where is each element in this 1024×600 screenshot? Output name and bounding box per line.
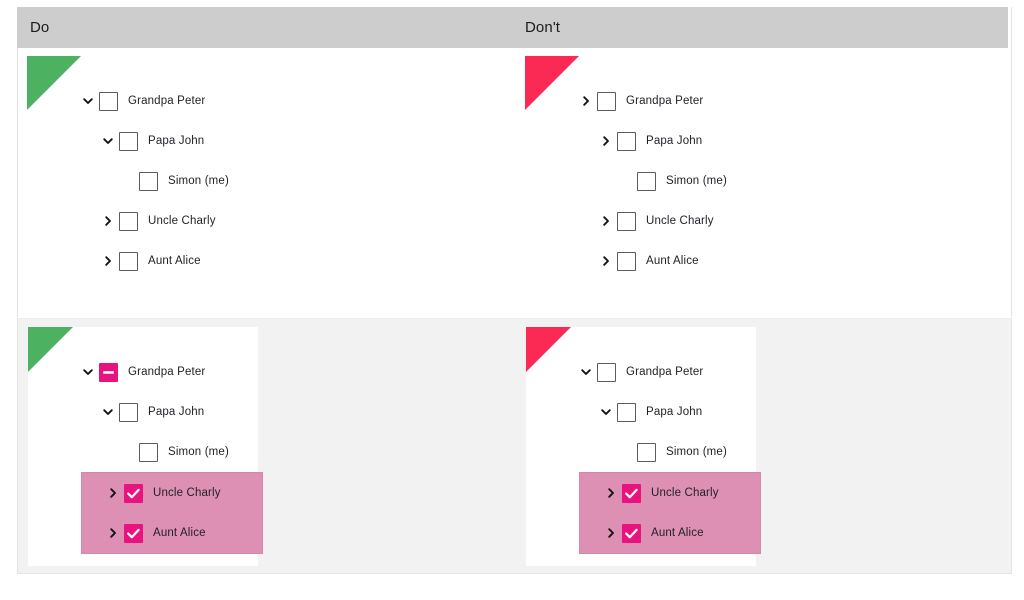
tree-row-label: Aunt Alice	[651, 527, 704, 539]
chevron-down-icon[interactable]	[78, 366, 98, 378]
chevron-right-icon[interactable]	[576, 95, 596, 107]
bottom-comparison-region: Grandpa Peter Papa John Simon (me) Uncle Ch…	[17, 318, 1012, 574]
checkbox-unchecked[interactable]	[617, 251, 636, 271]
do-triangle-icon	[27, 56, 81, 110]
tree-row[interactable]: Simon (me)	[118, 432, 263, 472]
checkbox-unchecked[interactable]	[597, 91, 616, 111]
tree-row[interactable]: Uncle Charly	[98, 201, 229, 241]
tree-row[interactable]: Grandpa Peter	[78, 352, 263, 392]
tree-row[interactable]: Papa John	[98, 121, 229, 161]
tree-row[interactable]: Grandpa Peter	[576, 81, 727, 121]
tree-row[interactable]: Aunt Alice	[596, 241, 727, 281]
checkbox-checked[interactable]	[124, 523, 143, 543]
checkbox-unchecked[interactable]	[637, 171, 656, 191]
chevron-placeholder-icon	[616, 175, 636, 187]
comparison-header-bar: Do Don't	[17, 7, 1008, 48]
checkbox-unchecked[interactable]	[597, 362, 616, 382]
tree-row-label: Papa John	[646, 135, 703, 147]
tree-row[interactable]: Papa John	[596, 392, 761, 432]
do-tree-bottom: Grandpa Peter Papa John Simon (me) Uncle Ch…	[78, 352, 263, 554]
selected-rows-group: Uncle Charly Aunt Alice	[579, 472, 761, 554]
chevron-right-icon[interactable]	[98, 215, 118, 227]
chevron-right-icon[interactable]	[103, 487, 123, 499]
chevron-right-icon[interactable]	[596, 215, 616, 227]
chevron-down-icon[interactable]	[98, 135, 118, 147]
checkbox-unchecked[interactable]	[119, 131, 138, 151]
checkbox-indeterminate[interactable]	[99, 362, 118, 382]
checkbox-checked[interactable]	[124, 483, 143, 503]
tree-row-label: Uncle Charly	[148, 215, 216, 227]
dont-card-bottom: Grandpa Peter Papa John Simon (me) Uncle Ch…	[526, 327, 761, 566]
tree-row-label: Grandpa Peter	[626, 366, 704, 378]
do-card-bottom: Grandpa Peter Papa John Simon (me) Uncle Ch…	[28, 327, 263, 566]
chevron-right-icon[interactable]	[596, 135, 616, 147]
tree-row-label: Papa John	[148, 135, 205, 147]
chevron-right-icon[interactable]	[103, 527, 123, 539]
checkbox-checked[interactable]	[622, 483, 641, 503]
chevron-placeholder-icon	[616, 446, 636, 458]
tree-row[interactable]: Grandpa Peter	[576, 352, 761, 392]
checkbox-unchecked[interactable]	[617, 211, 636, 231]
chevron-placeholder-icon	[118, 446, 138, 458]
tree-row[interactable]: Uncle Charly	[596, 201, 727, 241]
tree-row[interactable]: Uncle Charly	[103, 473, 262, 513]
tree-row[interactable]: Grandpa Peter	[78, 81, 229, 121]
tree-row[interactable]: Papa John	[596, 121, 727, 161]
chevron-right-icon[interactable]	[601, 487, 621, 499]
dont-column-header: Don't	[525, 19, 561, 36]
chevron-down-icon[interactable]	[596, 406, 616, 418]
chevron-right-icon[interactable]	[601, 527, 621, 539]
tree-row[interactable]: Uncle Charly	[601, 473, 760, 513]
chevron-down-icon[interactable]	[78, 95, 98, 107]
checkbox-unchecked[interactable]	[617, 131, 636, 151]
checkbox-unchecked[interactable]	[119, 251, 138, 271]
checkbox-unchecked[interactable]	[617, 402, 636, 422]
tree-row[interactable]: Papa John	[98, 392, 263, 432]
tree-row-label: Papa John	[646, 406, 703, 418]
dont-triangle-icon	[525, 56, 579, 110]
checkbox-unchecked[interactable]	[139, 442, 158, 462]
checkbox-unchecked[interactable]	[119, 211, 138, 231]
dont-triangle-icon	[526, 327, 571, 372]
top-comparison-region: Do Don't Grandpa Peter Papa John Simon (me…	[17, 7, 1012, 317]
tree-row-label: Grandpa Peter	[128, 95, 206, 107]
tree-row-label: Simon (me)	[666, 175, 727, 187]
tree-row[interactable]: Simon (me)	[118, 161, 229, 201]
tree-row-label: Aunt Alice	[148, 255, 201, 267]
checkbox-unchecked[interactable]	[139, 171, 158, 191]
tree-row-label: Aunt Alice	[153, 527, 206, 539]
chevron-right-icon[interactable]	[596, 255, 616, 267]
checkbox-unchecked[interactable]	[637, 442, 656, 462]
do-column-header: Do	[30, 19, 50, 36]
do-triangle-icon	[28, 327, 73, 372]
chevron-down-icon[interactable]	[98, 406, 118, 418]
tree-row-label: Uncle Charly	[651, 487, 719, 499]
tree-row[interactable]: Simon (me)	[616, 432, 761, 472]
chevron-placeholder-icon	[118, 175, 138, 187]
tree-row-label: Papa John	[148, 406, 205, 418]
top-panels-body: Grandpa Peter Papa John Simon (me) Uncle Ch…	[17, 48, 1008, 317]
tree-row[interactable]: Simon (me)	[616, 161, 727, 201]
tree-row[interactable]: Aunt Alice	[601, 513, 760, 553]
tree-row[interactable]: Aunt Alice	[98, 241, 229, 281]
chevron-right-icon[interactable]	[98, 255, 118, 267]
tree-row-label: Aunt Alice	[646, 255, 699, 267]
checkbox-checked[interactable]	[622, 523, 641, 543]
checkbox-unchecked[interactable]	[99, 91, 118, 111]
tree-row-label: Simon (me)	[168, 175, 229, 187]
chevron-down-icon[interactable]	[576, 366, 596, 378]
page-root: Do Don't Grandpa Peter Papa John Simon (me…	[0, 0, 1024, 600]
tree-row[interactable]: Aunt Alice	[103, 513, 262, 553]
tree-row-label: Simon (me)	[168, 446, 229, 458]
tree-row-label: Uncle Charly	[153, 487, 221, 499]
dont-tree-top: Grandpa Peter Papa John Simon (me) Uncle Ch…	[576, 81, 727, 281]
dont-tree-bottom: Grandpa Peter Papa John Simon (me) Uncle Ch…	[576, 352, 761, 554]
tree-row-label: Grandpa Peter	[626, 95, 704, 107]
do-tree-top: Grandpa Peter Papa John Simon (me) Uncle Ch…	[78, 81, 229, 281]
tree-row-label: Simon (me)	[666, 446, 727, 458]
tree-row-label: Grandpa Peter	[128, 366, 206, 378]
checkbox-unchecked[interactable]	[119, 402, 138, 422]
selected-rows-group: Uncle Charly Aunt Alice	[81, 472, 263, 554]
tree-row-label: Uncle Charly	[646, 215, 714, 227]
